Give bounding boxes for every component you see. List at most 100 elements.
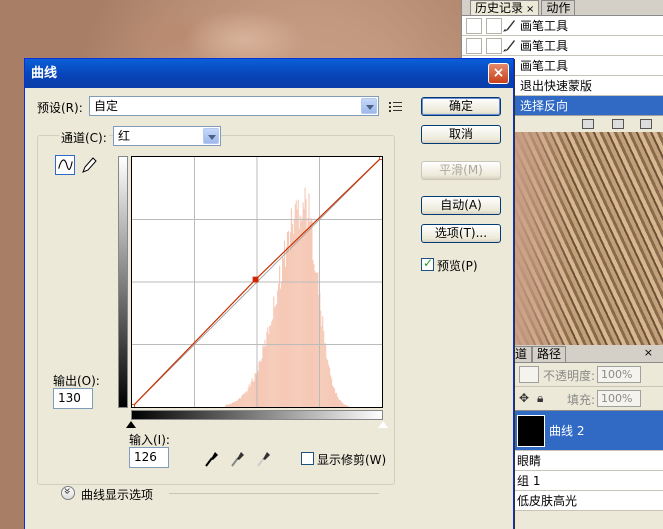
histogram-bar [243, 393, 245, 407]
output-input[interactable]: 130 [53, 388, 93, 409]
tab-paths[interactable]: 路径 [532, 346, 567, 362]
show-clipping-checkbox[interactable] [301, 452, 314, 465]
histogram-bar [323, 331, 325, 407]
history-snapshot-checkbox[interactable] [486, 18, 502, 34]
options-button[interactable]: 选项(T)... [421, 224, 501, 243]
histogram-bar [248, 384, 250, 407]
curve-graph[interactable] [129, 154, 385, 410]
histogram-bar [342, 403, 344, 407]
histogram-bar [341, 402, 343, 407]
histogram-bar [269, 325, 271, 407]
tab-history-label: 历史记录 [475, 1, 524, 15]
history-snapshot-checkbox[interactable] [486, 38, 502, 54]
histogram-bar [346, 405, 348, 407]
histogram-bar [303, 208, 305, 407]
pencil-tool-icon[interactable] [79, 155, 99, 175]
ok-button[interactable]: 确定 [421, 97, 501, 116]
histogram-bar [265, 346, 267, 407]
layer-label: 曲线 2 [549, 424, 585, 438]
layer-item[interactable]: 眼睛 [513, 451, 663, 471]
histogram-bar [306, 229, 308, 407]
tab-actions[interactable]: 动作 [541, 0, 576, 15]
tab-history[interactable]: 历史记录 × [470, 0, 540, 15]
trash-icon[interactable] [640, 119, 652, 129]
histogram-bar [344, 404, 346, 407]
chevron-down-icon[interactable] [361, 98, 377, 114]
curve-point[interactable] [379, 154, 385, 160]
panel-close-icon[interactable]: × [644, 346, 653, 359]
history-item-label: 画笔工具 [520, 39, 569, 53]
white-eyedropper-icon[interactable] [255, 448, 273, 468]
histogram [225, 187, 349, 407]
histogram-bar [249, 386, 251, 407]
histogram-bar [261, 358, 263, 407]
white-point-slider[interactable] [378, 421, 388, 428]
histogram-bar [287, 230, 289, 407]
history-item-label: 画笔工具 [520, 19, 569, 33]
curve-point[interactable] [252, 276, 259, 283]
histogram-bar [327, 360, 329, 407]
histogram-bar [278, 283, 280, 407]
histogram-bar [332, 385, 334, 407]
close-icon[interactable]: × [526, 4, 534, 15]
history-source-checkbox[interactable] [466, 18, 482, 34]
histogram-bar [311, 219, 313, 407]
curve-point[interactable] [129, 404, 135, 410]
move-lock-icon[interactable]: ✥ [519, 391, 529, 405]
histogram-bar [262, 345, 264, 407]
curve-point-tool-icon[interactable] [55, 155, 75, 175]
input-input[interactable]: 126 [129, 447, 169, 468]
histogram-bar [239, 398, 241, 407]
histogram-bar [320, 310, 322, 407]
blend-mode-select[interactable] [519, 366, 539, 383]
histogram-bar [228, 404, 230, 407]
history-item[interactable]: 画笔工具 [462, 36, 663, 56]
layer-item[interactable]: 组 1 [513, 471, 663, 491]
histogram-bar [282, 258, 285, 407]
opacity-input[interactable]: 100% [597, 366, 641, 383]
history-source-checkbox[interactable] [466, 38, 482, 54]
preview-checkbox[interactable] [421, 256, 434, 271]
histogram-bar [297, 199, 299, 407]
tab-channels[interactable]: 道 [513, 346, 533, 362]
histogram-bar [310, 217, 312, 407]
gray-eyedropper-icon[interactable] [229, 448, 247, 468]
black-point-slider[interactable] [126, 421, 136, 428]
snapshot-icon[interactable] [612, 119, 624, 129]
histogram-bar [340, 401, 342, 407]
histogram-bar [263, 347, 265, 407]
histogram-bar [307, 217, 309, 407]
histogram-bar [333, 388, 336, 407]
close-button[interactable]: × [488, 63, 509, 84]
history-item[interactable]: 画笔工具 [462, 16, 663, 36]
chevron-down-icon[interactable] [203, 128, 219, 144]
black-eyedropper-icon[interactable] [203, 448, 221, 468]
histogram-bar [252, 381, 254, 407]
layer-item-selected[interactable]: 曲线 2 [513, 411, 663, 451]
cancel-button[interactable]: 取消 [421, 125, 501, 144]
preset-select[interactable]: 自定 [89, 96, 379, 116]
expand-options-icon[interactable] [61, 486, 75, 500]
histogram-bar [247, 388, 249, 407]
lock-icon[interactable]: 🔒︎ [537, 391, 543, 406]
preset-options-icon[interactable] [389, 101, 403, 113]
histogram-bar [336, 396, 339, 407]
curve-chart[interactable] [129, 154, 385, 410]
histogram-bar [285, 246, 288, 407]
new-document-icon[interactable] [582, 119, 594, 129]
histogram-bar [236, 400, 239, 407]
histogram-bar [317, 272, 319, 407]
auto-button[interactable]: 自动(A) [421, 196, 501, 215]
history-item-label: 画笔工具 [520, 59, 569, 73]
layers-opacity-row: 不透明度: 100% [513, 363, 663, 387]
layer-item[interactable]: 低皮肤高光 [513, 491, 663, 511]
histogram-bar [246, 391, 248, 407]
histogram-bar [298, 228, 300, 407]
histogram-bar [241, 394, 243, 407]
dialog-titlebar[interactable]: 曲线 × [25, 59, 513, 88]
smooth-button[interactable]: 平滑(M) [421, 161, 501, 180]
histogram-bar [257, 371, 259, 407]
fill-input[interactable]: 100% [597, 390, 641, 407]
channel-select[interactable]: 红 [113, 126, 221, 146]
histogram-bar [276, 304, 278, 407]
